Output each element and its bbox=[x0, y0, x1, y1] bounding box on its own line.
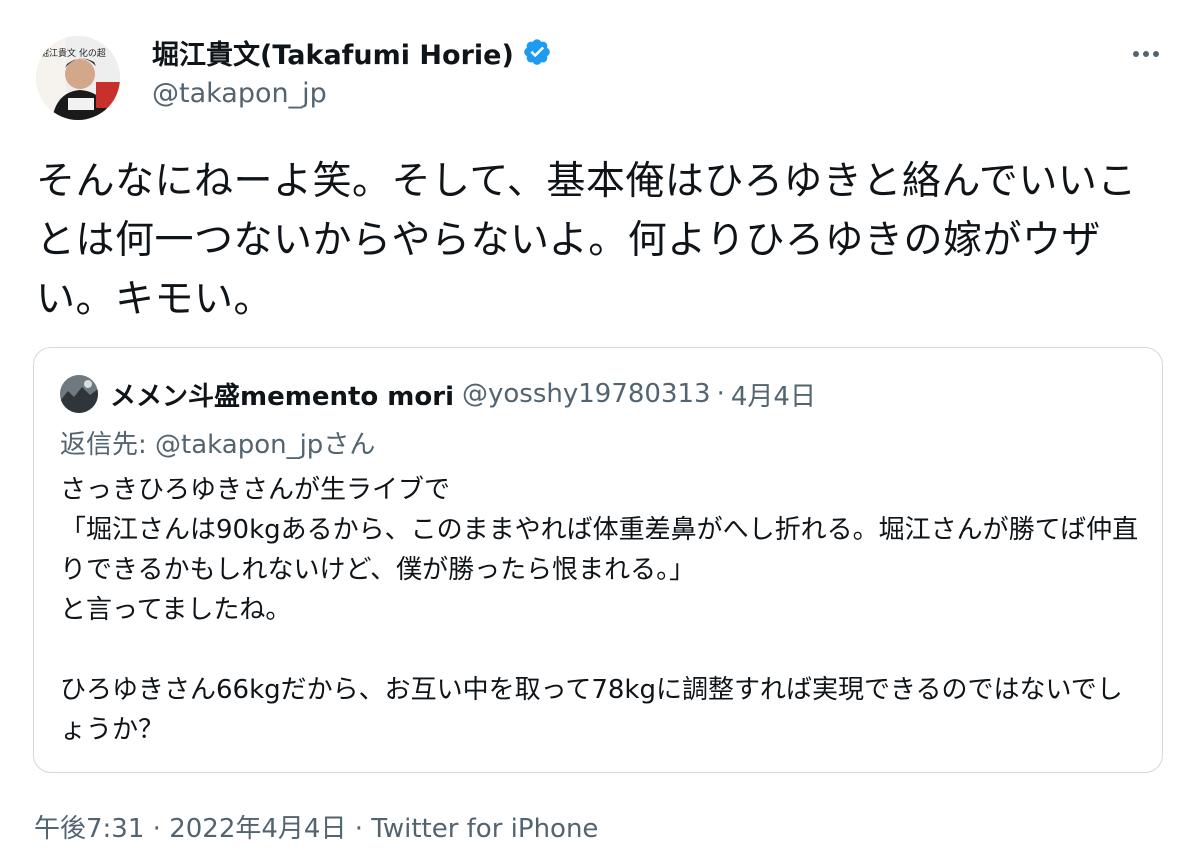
avatar-cover-text: 堀江貴文 化の超 bbox=[40, 47, 106, 59]
quoted-author-avatar[interactable] bbox=[60, 375, 98, 413]
footer-separator-2: · bbox=[346, 814, 372, 844]
quoted-tweet[interactable]: メメン斗盛memento mori @yosshy19780313 · 4月4日… bbox=[33, 347, 1163, 773]
tweet-metadata: 午後7:31 · 2022年4月4日 · Twitter for iPhone bbox=[34, 808, 598, 845]
quoted-tweet-header: メメン斗盛memento mori @yosshy19780313 · 4月4日 bbox=[60, 374, 816, 414]
footer-separator: · bbox=[144, 814, 170, 844]
quoted-tweet-date[interactable]: 4月4日 bbox=[731, 376, 816, 413]
tweet-time[interactable]: 午後7:31 bbox=[34, 814, 144, 844]
quoted-separator: · bbox=[716, 379, 725, 409]
more-horizontal-icon bbox=[1133, 51, 1159, 57]
quoted-author-handle[interactable]: @yosshy19780313 bbox=[462, 379, 711, 409]
reply-context: 返信先: @takapon_jpさん bbox=[60, 424, 375, 461]
avatar-image: 堀江貴文 化の超 bbox=[36, 36, 120, 120]
quoted-tweet-text: さっきひろゆきさんが生ライブで 「堀江さんは90kgあるから、このままやれば体重… bbox=[60, 475, 1139, 745]
reply-mention[interactable]: @takapon_jp bbox=[155, 430, 323, 460]
tweet-text: そんなにねーよ笑。そして、基本俺はひろゆきと絡んでいいことは何一つないからやらな… bbox=[36, 159, 1137, 322]
quoted-author-name[interactable]: メメン斗盛memento mori bbox=[110, 376, 454, 413]
reply-prefix: 返信先: bbox=[60, 430, 156, 460]
tweet-source[interactable]: Twitter for iPhone bbox=[371, 814, 598, 844]
author-avatar[interactable]: 堀江貴文 化の超 bbox=[36, 36, 120, 120]
tweet-container: 堀江貴文 化の超 堀江貴文(Takafumi Horie) @takapon_j… bbox=[0, 0, 1194, 862]
tweet-date[interactable]: 2022年4月4日 bbox=[169, 814, 346, 844]
author-handle[interactable]: @takapon_jp bbox=[152, 78, 552, 109]
more-options-button[interactable] bbox=[1126, 34, 1166, 74]
quoted-avatar-image bbox=[60, 375, 98, 413]
verified-badge-icon bbox=[522, 37, 552, 67]
author-display-name[interactable]: 堀江貴文(Takafumi Horie) bbox=[152, 33, 514, 72]
reply-suffix: さん bbox=[323, 430, 376, 460]
author-header: 堀江貴文(Takafumi Horie) @takapon_jp bbox=[152, 30, 552, 109]
